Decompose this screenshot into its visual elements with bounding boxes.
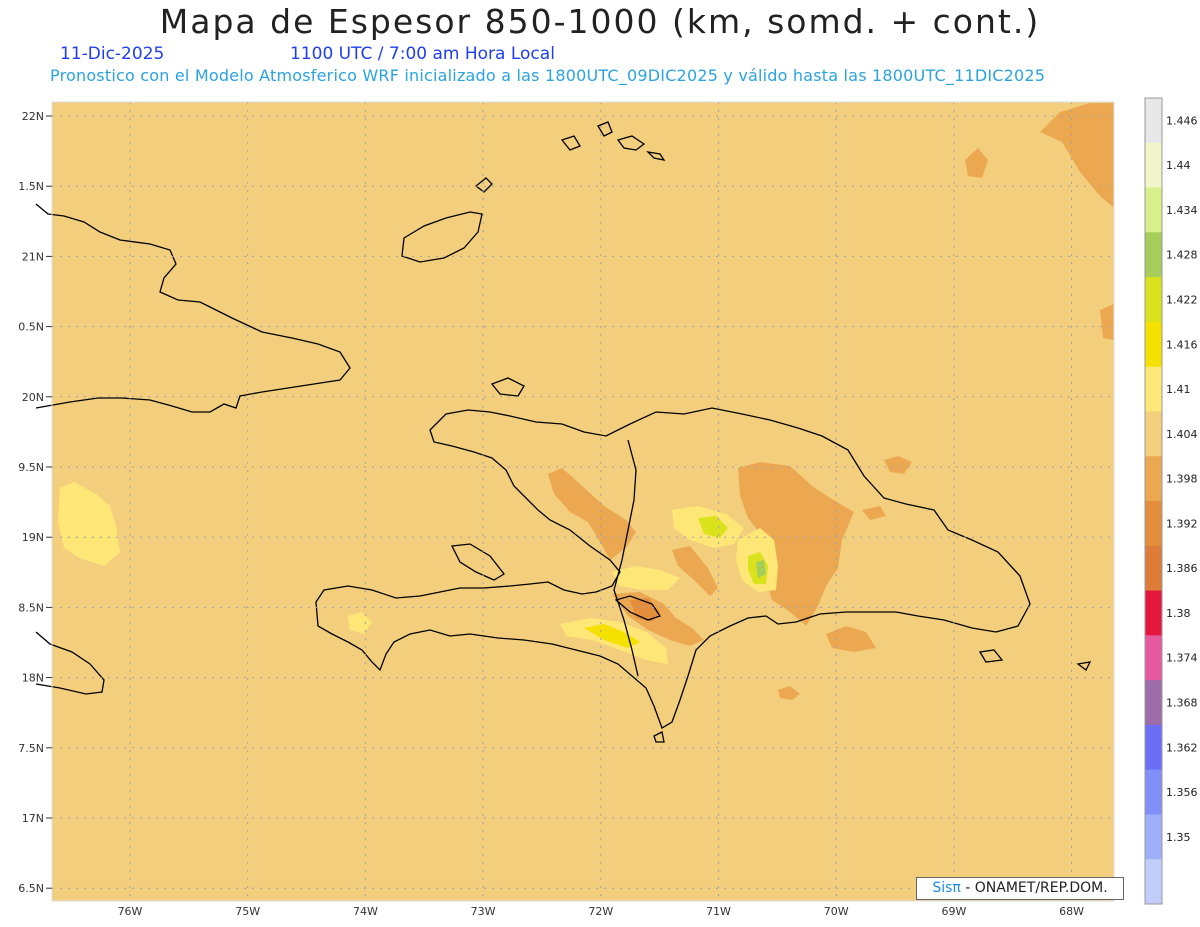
legend-label: 1.416 bbox=[1166, 338, 1198, 351]
legend-swatch bbox=[1145, 680, 1162, 726]
longitude-axis: 76W 75W 74W 73W 72W 71W 70W 69W 68W bbox=[118, 905, 1085, 918]
legend-label: 1.362 bbox=[1166, 741, 1198, 754]
legend-label: 1.44 bbox=[1166, 159, 1191, 172]
model-description: Pronostico con el Modelo Atmosferico WRF… bbox=[50, 66, 1046, 85]
legend-label: 1.446 bbox=[1166, 114, 1198, 127]
legend-label: 1.392 bbox=[1166, 517, 1198, 530]
lat-tick-label: 20N bbox=[22, 391, 44, 404]
legend-swatch bbox=[1145, 859, 1162, 905]
lat-tick-label: 21N bbox=[22, 250, 44, 263]
forecast-time: 1100 UTC / 7:00 am Hora Local bbox=[290, 44, 555, 64]
legend-swatch bbox=[1145, 501, 1162, 547]
lat-tick-label: 6.5N bbox=[18, 882, 44, 895]
credit-text: - ONAMET/REP.DOM. bbox=[965, 880, 1108, 896]
legend-swatch bbox=[1145, 411, 1162, 457]
legend-label: 1.428 bbox=[1166, 249, 1198, 262]
lat-tick-label: 18N bbox=[22, 672, 44, 685]
legend-label: 1.368 bbox=[1166, 697, 1198, 710]
lon-tick-label: 70W bbox=[824, 905, 849, 918]
legend-swatch bbox=[1145, 98, 1162, 144]
lat-tick-label: 9.5N bbox=[18, 461, 44, 474]
legend-swatch bbox=[1145, 232, 1162, 278]
legend-swatch bbox=[1145, 635, 1162, 681]
legend-label: 1.386 bbox=[1166, 562, 1198, 575]
legend-swatch bbox=[1145, 366, 1162, 412]
legend-swatch bbox=[1145, 814, 1162, 860]
lon-tick-label: 71W bbox=[706, 905, 731, 918]
legend-swatch bbox=[1145, 321, 1162, 368]
legend-label: 1.422 bbox=[1166, 294, 1198, 307]
legend-swatch bbox=[1145, 187, 1162, 233]
thickness-map: 22N 1.5N 21N 0.5N 20N 9.5N 19N 8.5N 18N 7.5N 17N 6.… bbox=[18, 97, 1198, 918]
lat-tick-label: 17N bbox=[22, 812, 44, 825]
forecast-date: 11-Dic-2025 bbox=[60, 44, 165, 64]
legend-swatch bbox=[1145, 277, 1162, 323]
lat-tick-label: 8.5N bbox=[18, 601, 44, 614]
lat-tick-label: 7.5N bbox=[18, 742, 44, 755]
pi-icon: π bbox=[952, 880, 961, 896]
legend-swatch bbox=[1145, 456, 1162, 502]
lat-tick-label: 1.5N bbox=[18, 180, 44, 193]
lon-tick-label: 75W bbox=[235, 905, 260, 918]
legend-swatch bbox=[1145, 724, 1162, 771]
map-title: Mapa de Espesor 850-1000 (km, somd. + co… bbox=[159, 2, 1041, 41]
lon-tick-label: 69W bbox=[941, 905, 966, 918]
lon-tick-label: 73W bbox=[471, 905, 496, 918]
legend-swatch bbox=[1145, 769, 1162, 815]
lon-tick-label: 74W bbox=[353, 905, 378, 918]
legend-label: 1.41 bbox=[1166, 383, 1191, 396]
credit-brand: Sis bbox=[932, 880, 953, 896]
lon-tick-label: 68W bbox=[1059, 905, 1084, 918]
legend-label: 1.356 bbox=[1166, 786, 1198, 799]
lon-tick-label: 72W bbox=[588, 905, 613, 918]
legend-label: 1.35 bbox=[1166, 831, 1191, 844]
latitude-axis: 22N 1.5N 21N 0.5N 20N 9.5N 19N 8.5N 18N 7.5N 17N 6.… bbox=[18, 110, 52, 895]
lon-tick-label: 76W bbox=[118, 905, 143, 918]
legend-swatch bbox=[1145, 142, 1162, 189]
legend-label: 1.404 bbox=[1166, 428, 1198, 441]
lat-tick-label: 0.5N bbox=[18, 321, 44, 334]
legend-label: 1.398 bbox=[1166, 473, 1198, 486]
credit-box: Sisπ - ONAMET/REP.DOM. bbox=[916, 877, 1124, 900]
legend-label: 1.38 bbox=[1166, 607, 1191, 620]
color-legend: 1.446 1.44 1.434 1.428 1.422 1.416 1.41 1.404 1.… bbox=[1144, 97, 1198, 905]
lat-tick-label: 22N bbox=[22, 110, 44, 123]
legend-label: 1.374 bbox=[1166, 652, 1198, 665]
legend-swatch bbox=[1145, 545, 1162, 592]
legend-swatch bbox=[1145, 590, 1162, 636]
lat-tick-label: 19N bbox=[22, 531, 44, 544]
legend-label: 1.434 bbox=[1166, 204, 1198, 217]
